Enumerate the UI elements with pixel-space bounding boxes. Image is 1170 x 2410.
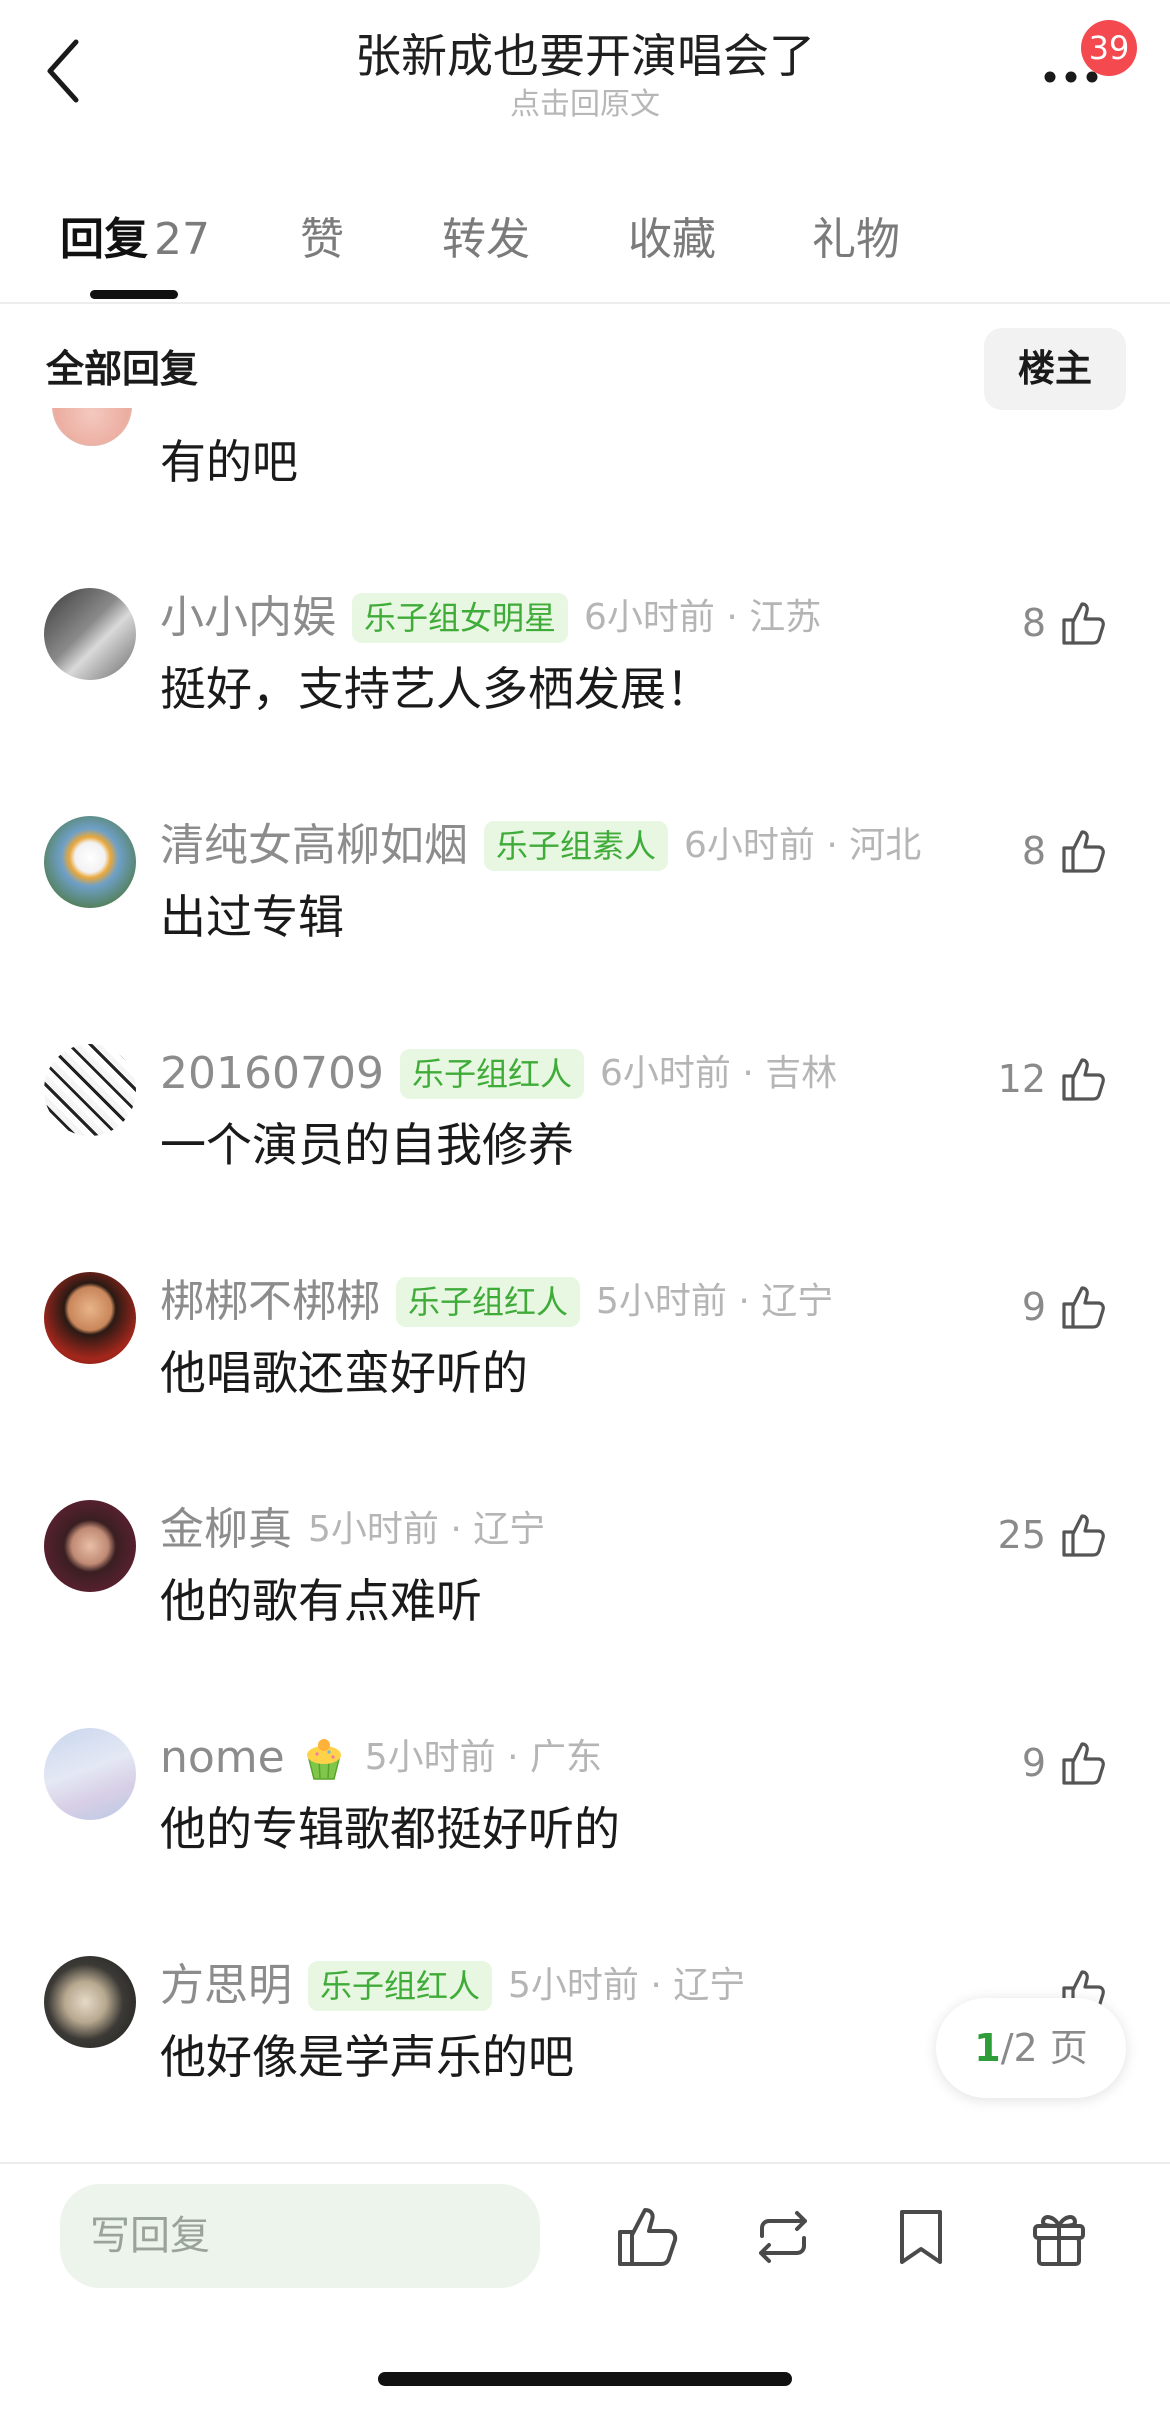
- comment-text: 挺好，支持艺人多栖发展！: [160, 662, 712, 716]
- username[interactable]: nome: [160, 1728, 285, 1788]
- like-count: 8: [1021, 829, 1046, 873]
- comment-meta: 梆梆不梆梆 乐子组红人 5小时前 · 辽宁: [160, 1272, 833, 1332]
- repost-icon[interactable]: [748, 2202, 818, 2272]
- thumb-up-icon: [1062, 1742, 1105, 1785]
- comment-meta: 方思明 乐子组红人 5小时前 · 辽宁: [160, 1956, 745, 2016]
- username[interactable]: 金柳真: [160, 1500, 292, 1560]
- avatar[interactable]: [44, 1500, 136, 1592]
- tab-likes[interactable]: 赞: [300, 210, 344, 270]
- comment-meta: 金柳真 5小时前 · 辽宁: [160, 1500, 545, 1560]
- username[interactable]: 梆梆不梆梆: [160, 1272, 380, 1332]
- time-location: 6小时前 · 江苏: [584, 597, 822, 638]
- home-indicator: [378, 2372, 792, 2386]
- like-button[interactable]: 9: [1022, 1736, 1108, 1790]
- tab-bar: 回复 27 赞 转发 收藏 礼物: [0, 200, 1170, 304]
- like-button[interactable]: 8: [1022, 596, 1108, 650]
- gift-icon[interactable]: [1024, 2202, 1094, 2272]
- list-item: 清纯女高柳如烟 乐子组素人 6小时前 · 河北 出过专辑 8: [0, 816, 1170, 1044]
- username[interactable]: 方思明: [160, 1956, 292, 2016]
- comment-meta: 小小内娱 乐子组女明星 6小时前 · 江苏: [160, 588, 821, 648]
- avatar[interactable]: [44, 1956, 136, 2048]
- list-item: 小小内娱 乐子组女明星 6小时前 · 江苏 挺好，支持艺人多栖发展！ 8: [0, 588, 1170, 816]
- list-item: nome 5小时前 · 广东 他的专辑歌都挺好听的 9: [0, 1728, 1170, 1956]
- group-tag[interactable]: 乐子组素人: [484, 821, 669, 871]
- group-tag[interactable]: 乐子组红人: [308, 1961, 493, 2011]
- username[interactable]: 清纯女高柳如烟: [160, 816, 468, 876]
- tab-replies-count: 27: [154, 214, 210, 265]
- page-indicator[interactable]: 1/2 页: [936, 1998, 1126, 2098]
- like-button[interactable]: 25: [998, 1508, 1108, 1562]
- top-header: 张新成也要开演唱会了 点击回原文 39: [0, 0, 1170, 140]
- list-item: 梆梆不梆梆 乐子组红人 5小时前 · 辽宁 他唱歌还蛮好听的 9: [0, 1272, 1170, 1500]
- comment-text: 他好像是学声乐的吧: [160, 2030, 574, 2084]
- avatar[interactable]: [44, 1728, 136, 1820]
- time-location: 6小时前 · 吉林: [599, 1053, 838, 1094]
- group-tag[interactable]: 乐子组红人: [399, 1049, 584, 1099]
- list-item: 金柳真 5小时前 · 辽宁 他的歌有点难听 25: [0, 1500, 1170, 1728]
- tab-favorites[interactable]: 收藏: [628, 210, 716, 270]
- group-tag[interactable]: 乐子组红人: [396, 1277, 581, 1327]
- comment-text: 他唱歌还蛮好听的: [160, 1346, 528, 1400]
- tab-reposts[interactable]: 转发: [442, 210, 530, 270]
- avatar[interactable]: [44, 588, 136, 680]
- like-count: 9: [1021, 1741, 1046, 1785]
- title-block[interactable]: 张新成也要开演唱会了 点击回原文: [0, 28, 1170, 126]
- comment-text: 有的吧: [160, 435, 298, 489]
- notification-badge: 39: [1081, 20, 1137, 76]
- time-location: 5小时前 · 辽宁: [508, 1965, 746, 2006]
- avatar[interactable]: [52, 408, 132, 446]
- like-count: 12: [997, 1057, 1046, 1101]
- cupcake-emoji-icon: [306, 1739, 341, 1780]
- like-button[interactable]: 12: [998, 1052, 1108, 1106]
- like-button[interactable]: 8: [1022, 824, 1108, 878]
- reply-input[interactable]: [60, 2184, 540, 2288]
- group-tag[interactable]: 乐子组女明星: [352, 593, 569, 643]
- thumb-up-icon: [1062, 1286, 1105, 1329]
- all-replies-heading: 全部回复: [46, 347, 199, 391]
- like-count: 8: [1021, 601, 1046, 645]
- thumb-up-icon: [1062, 1514, 1105, 1557]
- thumb-up-icon: [1062, 602, 1105, 645]
- like-button[interactable]: 9: [1022, 1280, 1108, 1334]
- comment-text: 他的歌有点难听: [160, 1574, 482, 1628]
- avatar[interactable]: [44, 1272, 136, 1364]
- username[interactable]: 小小内娱: [160, 588, 336, 648]
- comment-text: 一个演员的自我修养: [160, 1118, 574, 1172]
- avatar[interactable]: [44, 1044, 136, 1136]
- total-pages: /2 页: [1000, 2026, 1088, 2070]
- comment-text: 出过专辑: [160, 890, 344, 944]
- op-only-button[interactable]: 楼主: [984, 328, 1126, 410]
- list-item: 20160709 乐子组红人 6小时前 · 吉林 一个演员的自我修养 12: [0, 1044, 1170, 1272]
- post-title: 张新成也要开演唱会了: [355, 29, 815, 83]
- time-location: 6小时前 · 河北: [684, 825, 922, 866]
- comment-meta: 清纯女高柳如烟 乐子组素人 6小时前 · 河北: [160, 816, 921, 876]
- thumb-up-icon: [1062, 1058, 1105, 1101]
- thumb-up-icon: [1062, 830, 1105, 873]
- current-page: 1: [974, 2026, 1001, 2070]
- bookmark-icon[interactable]: [886, 2202, 956, 2272]
- back-to-original-link[interactable]: 点击回原文: [0, 84, 1170, 126]
- time-location: 5小时前 · 广东: [364, 1737, 602, 1778]
- active-tab-indicator: [90, 290, 178, 299]
- comment-meta: nome 5小时前 · 广东: [160, 1728, 602, 1788]
- tab-replies-label: 回复: [60, 214, 148, 265]
- avatar[interactable]: [44, 816, 136, 908]
- comment-text: 他的专辑歌都挺好听的: [160, 1802, 620, 1856]
- time-location: 5小时前 · 辽宁: [308, 1509, 546, 1550]
- thumb-up-icon[interactable]: [612, 2202, 682, 2272]
- comment-meta: 20160709 乐子组红人 6小时前 · 吉林: [160, 1044, 837, 1104]
- time-location: 5小时前 · 辽宁: [596, 1281, 834, 1322]
- username[interactable]: 20160709: [160, 1044, 384, 1104]
- tab-gifts[interactable]: 礼物: [812, 210, 900, 270]
- like-count: 9: [1021, 1285, 1046, 1329]
- like-count: 25: [997, 1513, 1046, 1557]
- tab-replies[interactable]: 回复 27: [60, 210, 210, 270]
